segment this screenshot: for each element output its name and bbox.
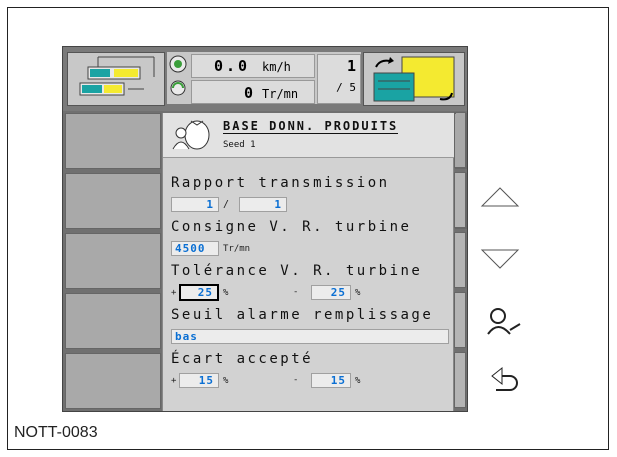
arrow-down-icon[interactable] (480, 246, 520, 270)
operator-icon[interactable] (484, 306, 524, 336)
back-icon[interactable] (488, 362, 522, 396)
right-keys-overlay (62, 46, 468, 412)
arrow-up-icon[interactable] (480, 186, 520, 210)
figure-caption: NOTT-0083 (14, 424, 98, 441)
